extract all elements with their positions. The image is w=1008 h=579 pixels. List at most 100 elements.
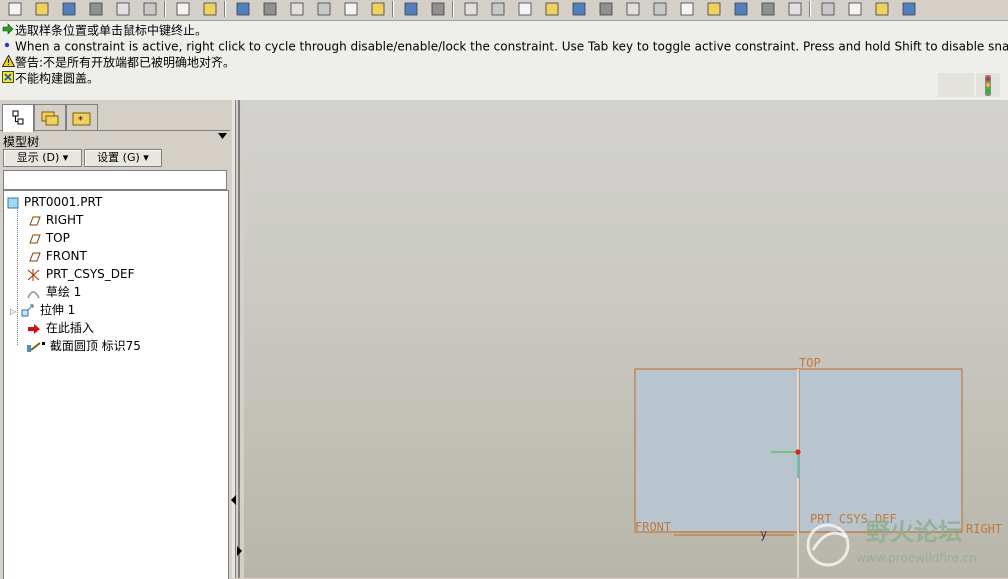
model-tree-tab[interactable] [2, 104, 34, 132]
message-scroll-area[interactable] [938, 73, 974, 97]
error-icon [2, 70, 15, 87]
datum-plane-icon [29, 234, 41, 243]
view-side-icon[interactable] [871, 0, 893, 18]
datum-plane-right [798, 368, 963, 533]
right-plane-label: RIGHT [966, 522, 1003, 536]
watermark-title: 野火论坛 [866, 518, 962, 546]
datum-display-icon[interactable] [784, 0, 806, 18]
layer-tree-icon[interactable] [730, 0, 752, 18]
shading-icon[interactable] [568, 0, 590, 18]
display-style-icon[interactable] [757, 0, 779, 18]
panel-splitter[interactable] [230, 100, 244, 578]
tab-divider [0, 130, 230, 131]
tree-node-csys[interactable]: PRT_CSYS_DEF [26, 265, 135, 283]
panel-menu-arrow-icon[interactable] [218, 133, 227, 139]
datum-plane-left [634, 368, 799, 533]
message-text: When a constraint is active, right click… [15, 39, 1008, 54]
sketch-icon [27, 290, 40, 298]
saved-views-icon[interactable] [703, 0, 725, 18]
tree-node-label: 拉伸 1 [39, 303, 76, 317]
tree-node-extrude[interactable]: ▷ 拉伸 1 [10, 301, 75, 319]
tree-node-label: 在此插入 [45, 321, 94, 335]
status-light[interactable] [976, 73, 1000, 97]
regen-manager-icon[interactable] [367, 0, 389, 18]
folder-browser-tab[interactable] [34, 104, 66, 131]
toolbar-separator [452, 1, 454, 17]
favorites-tab[interactable]: * [66, 104, 98, 131]
tree-node-section-dome[interactable]: 截面圆顶 标识75 [26, 337, 141, 355]
tree-node-front[interactable]: FRONT [26, 247, 87, 265]
tree-node-label: PRT_CSYS_DEF [45, 267, 135, 281]
datum-point-icon[interactable] [487, 0, 509, 18]
message-prompt: 选取样条位置或单击鼠标中键终止。 [2, 22, 207, 38]
open-file-icon[interactable] [31, 0, 53, 18]
tree-filter-field[interactable] [3, 170, 227, 190]
tree-node-sketch[interactable]: 草绘 1 [26, 283, 81, 301]
front-plane-label: FRONT [635, 520, 672, 534]
navigator-panel: * 模型树 显示 (D) ▾ 设置 (G) ▾ PRT0001.PRT RIGH… [0, 100, 230, 579]
datum-plane-icon [29, 252, 41, 261]
tree-node-right[interactable]: RIGHT [26, 211, 83, 229]
datum-plane-icon [29, 216, 41, 225]
main-toolbar [0, 0, 1008, 21]
favorites-folder-icon: * [72, 112, 91, 126]
tree-node-label: 截面圆顶 标识75 [49, 339, 141, 353]
toolbar-separator [392, 1, 394, 17]
zoom-in-icon[interactable] [595, 0, 617, 18]
undo-icon[interactable] [172, 0, 194, 18]
print-icon[interactable] [85, 0, 107, 18]
info-dot-icon [2, 39, 15, 55]
view-back-icon[interactable] [844, 0, 866, 18]
view-front-icon[interactable] [817, 0, 839, 18]
cut-icon[interactable] [232, 0, 254, 18]
tree-node-insert-here[interactable]: 在此插入 [26, 319, 94, 337]
regenerate-icon[interactable] [340, 0, 362, 18]
top-plane-label: TOP [799, 356, 821, 370]
select-box-icon[interactable] [427, 0, 449, 18]
zoom-out-icon[interactable] [622, 0, 644, 18]
tree-node-top[interactable]: TOP [26, 229, 70, 247]
prompt-arrow-icon [2, 22, 15, 39]
tree-node-root[interactable]: PRT0001.PRT [6, 193, 102, 211]
folder-icon [41, 111, 59, 126]
copy-icon[interactable] [259, 0, 281, 18]
layers-icon[interactable] [541, 0, 563, 18]
expand-arrow-icon[interactable]: ▷ [10, 307, 16, 316]
message-area: 选取样条位置或单击鼠标中键终止。 When a constraint is ac… [0, 21, 1008, 100]
message-info: When a constraint is active, right click… [2, 38, 1008, 54]
refit-icon[interactable] [649, 0, 671, 18]
model-view[interactable] [244, 100, 1008, 578]
collapse-arrow-icon[interactable] [231, 495, 237, 505]
display-button-label: 显示 (D) [16, 151, 60, 164]
message-text: 不能构建圆盖。 [15, 71, 100, 86]
svg-text:*: * [78, 115, 83, 126]
part-icon [7, 197, 19, 208]
paste-special-icon[interactable] [313, 0, 335, 18]
expand-arrow-icon[interactable] [237, 546, 243, 556]
redo-icon[interactable] [199, 0, 221, 18]
search-icon[interactable] [400, 0, 422, 18]
new-file-icon[interactable] [4, 0, 26, 18]
settings-button-label: 设置 (G) [97, 151, 140, 164]
toolbar-separator [224, 1, 226, 17]
paste-icon[interactable] [286, 0, 308, 18]
model-tree-title: 模型树 [3, 135, 40, 149]
settings-button[interactable]: 设置 (G) ▾ [84, 149, 162, 167]
extrude-icon [21, 304, 34, 316]
watermark-url: www.proewildfire.cn [856, 551, 977, 565]
message-text: 选取样条位置或单击鼠标中键终止。 [15, 23, 208, 38]
graphics-window[interactable]: TOP FRONT PRT_CSYS_DEF RIGHT y 野火论坛 www.… [244, 100, 1008, 578]
view-top-icon[interactable] [898, 0, 920, 18]
tree-node-label: FRONT [45, 249, 87, 263]
send-file-icon[interactable] [112, 0, 134, 18]
message-error: 不能构建圆盖。 [2, 70, 99, 86]
save-icon[interactable] [58, 0, 80, 18]
chevron-down-icon: ▾ [143, 151, 149, 164]
section-dome-icon [27, 341, 45, 352]
display-button[interactable]: 显示 (D) ▾ [3, 149, 82, 167]
orient-icon[interactable] [676, 0, 698, 18]
sketch-icon[interactable] [460, 0, 482, 18]
tree-node-label: PRT0001.PRT [23, 195, 103, 209]
spin-center-icon[interactable] [514, 0, 536, 18]
mail-icon[interactable] [139, 0, 161, 18]
